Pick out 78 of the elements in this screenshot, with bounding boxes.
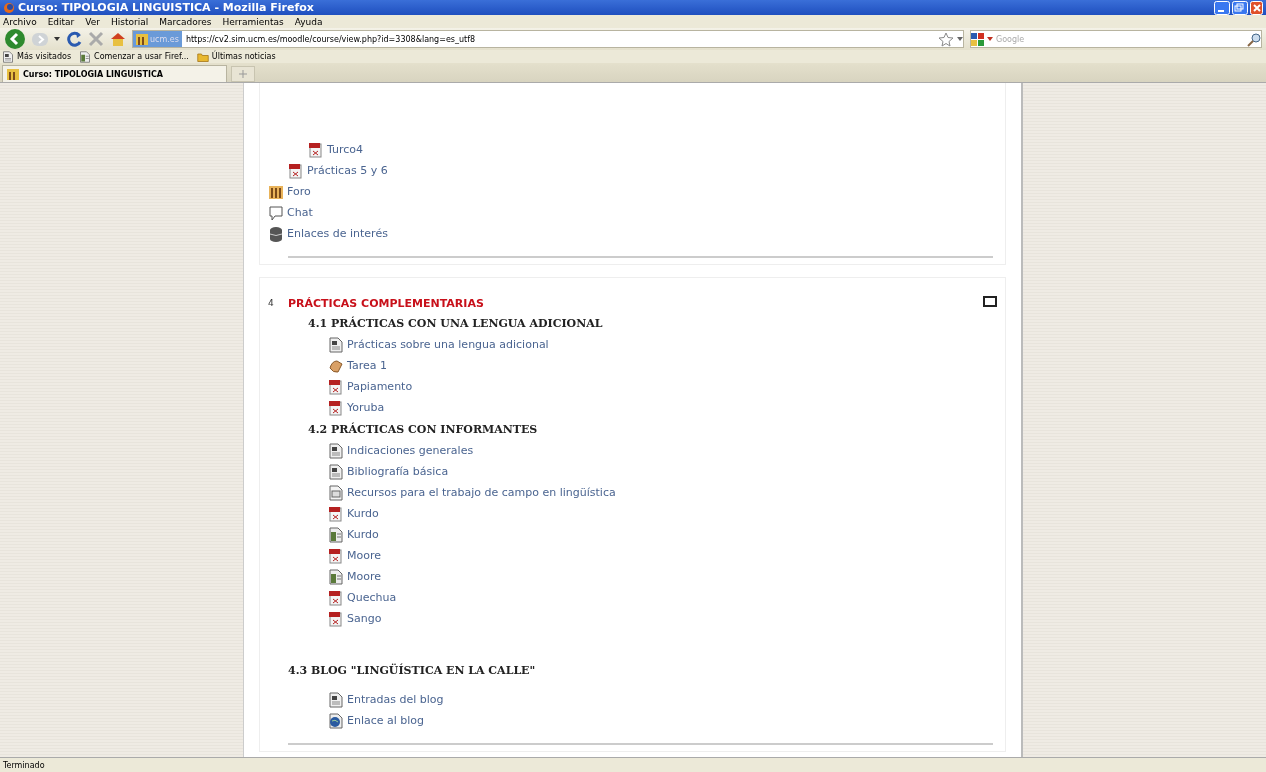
bookmark-link[interactable]: Más visitados (2, 50, 72, 63)
document-icon (328, 336, 344, 353)
resource-link[interactable]: Sango (328, 608, 382, 629)
star-icon[interactable] (939, 31, 953, 47)
resource-link[interactable]: Moore (328, 545, 381, 566)
site-logo-icon (7, 68, 19, 80)
bookmark-link[interactable]: Últimas noticias (196, 50, 276, 63)
back-button-icon[interactable] (4, 28, 26, 50)
database-icon (268, 225, 284, 242)
section-number: 4 (268, 298, 275, 308)
resource-link[interactable]: Foro (268, 181, 311, 202)
menu-item[interactable]: Ver (85, 16, 100, 27)
minimize-icon[interactable] (1214, 0, 1230, 15)
dropdown-icon (987, 35, 993, 43)
home-icon[interactable] (110, 31, 126, 47)
resource-link[interactable]: Tarea 1 (328, 355, 387, 376)
speech-bubble-icon (268, 204, 284, 221)
pdf-file-icon (328, 610, 344, 627)
pdf-file-icon (308, 141, 324, 158)
resource-link[interactable]: Prácticas sobre una lengua adicional (328, 334, 549, 355)
spreadsheet-icon (328, 568, 344, 585)
dropdown-icon[interactable] (957, 35, 963, 43)
menu-item[interactable]: Archivo (3, 16, 37, 27)
resource-link[interactable]: Prácticas 5 y 6 (288, 160, 388, 181)
resource-link[interactable]: Bibliografía básica (328, 461, 449, 482)
plus-icon (239, 70, 247, 78)
subsection-heading: 4.3 BLOG "LINGÜÍSTICA EN LA CALLE" (287, 662, 537, 679)
search-icon[interactable] (1247, 31, 1261, 47)
subsection-heading: 4.1 PRÁCTICAS CON UNA LENGUA ADICIONAL (307, 315, 604, 332)
web-page-icon (328, 484, 344, 501)
resource-link[interactable]: Recursos para el trabajo de campo en lingüística (328, 482, 616, 503)
search-input[interactable]: Google (996, 34, 1244, 44)
section-title: PRÁCTICAS COMPLEMENTARIAS (288, 296, 484, 310)
document-icon (328, 463, 344, 480)
spreadsheet-icon (79, 50, 92, 63)
resource-link[interactable]: Papiamento (328, 376, 413, 397)
resource-link[interactable]: Enlaces de interés (268, 223, 388, 244)
pdf-file-icon (328, 547, 344, 564)
menu-item[interactable]: Historial (111, 16, 149, 27)
document-icon (2, 50, 14, 63)
resource-link[interactable]: Entradas del blog (328, 689, 444, 710)
reload-icon[interactable] (66, 31, 82, 47)
globe-page-icon (328, 712, 344, 729)
search-engine-icon (971, 32, 984, 46)
resource-link[interactable]: Enlace al blog (328, 710, 425, 731)
resource-link[interactable]: Indicaciones generales (328, 440, 474, 461)
subsection-heading: 4.2 PRÁCTICAS CON INFORMANTES (307, 421, 539, 438)
resource-link[interactable]: Yoruba (328, 397, 385, 418)
dropdown-icon[interactable] (54, 35, 60, 43)
search-field[interactable]: Google (970, 30, 1262, 48)
pdf-file-icon (328, 505, 344, 522)
document-icon (328, 691, 344, 708)
resource-link[interactable]: Moore (328, 566, 381, 587)
close-icon[interactable] (1250, 0, 1263, 15)
window-title: Curso: TIPOLOGIA LINGUISTICA - Mozilla Firefox (18, 1, 314, 14)
restore-icon[interactable] (1232, 0, 1248, 15)
menu-item[interactable]: Herramientas (222, 16, 284, 27)
menu-item[interactable]: Editar (47, 16, 75, 27)
pdf-file-icon (328, 378, 344, 395)
resource-link[interactable]: Turco4 (308, 139, 364, 160)
resource-link[interactable]: Kurdo (328, 524, 379, 545)
resource-link[interactable]: Kurdo (328, 503, 379, 524)
resource-link[interactable]: Quechua (328, 587, 397, 608)
document-icon (328, 442, 344, 459)
pdf-file-icon (288, 162, 304, 179)
menu-item[interactable]: Ayuda (294, 16, 323, 27)
site-logo-icon (136, 33, 148, 45)
bookmark-link[interactable]: Comenzar a usar Firef... (79, 50, 189, 63)
spreadsheet-icon (328, 526, 344, 543)
menu-item[interactable]: Marcadores (159, 16, 212, 27)
resource-link[interactable]: Chat (268, 202, 313, 223)
pdf-file-icon (328, 589, 344, 606)
status-text: Terminado (3, 760, 45, 770)
firefox-logo-icon (3, 1, 15, 14)
browser-tab[interactable]: Curso: TIPOLOGIA LINGUISTICA (2, 65, 227, 82)
address-bar[interactable]: ucm.es https://cv2.sim.ucm.es/moodle/course/view.php?id=3308&lang=es_utf8 (132, 30, 964, 48)
square-icon[interactable] (983, 296, 997, 307)
pdf-file-icon (328, 399, 344, 416)
